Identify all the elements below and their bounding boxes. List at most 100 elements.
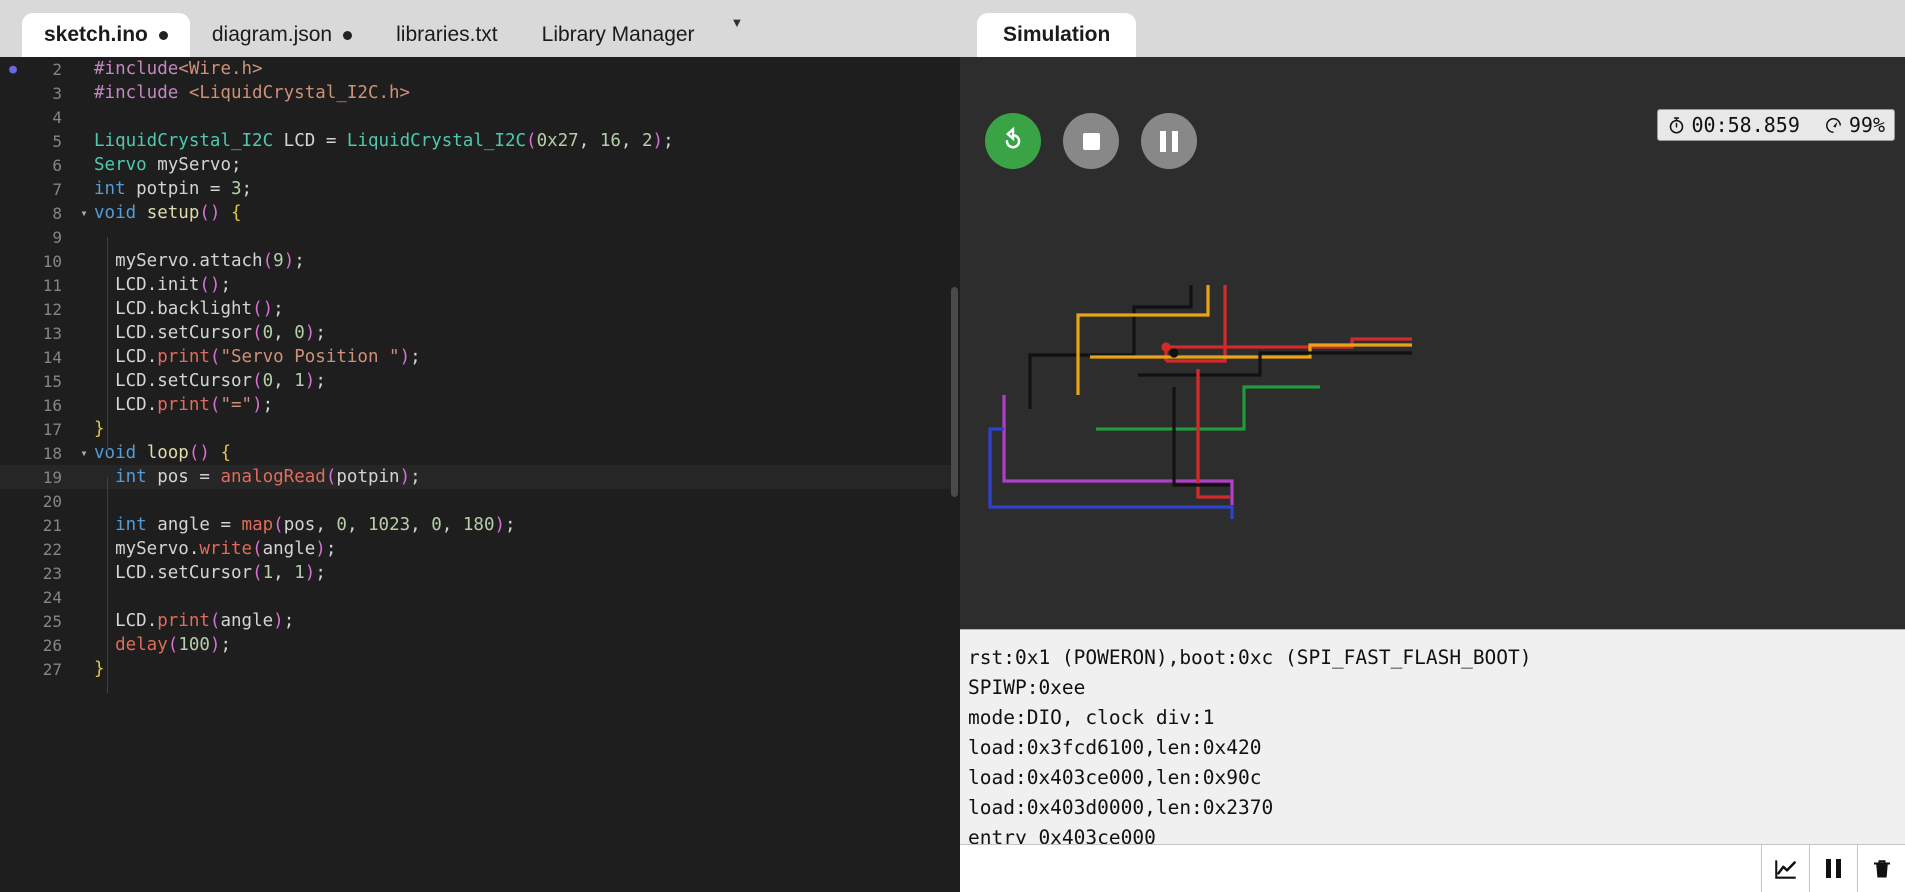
- indent-guide: [107, 477, 108, 693]
- code-line[interactable]: 26 delay(100);: [0, 633, 960, 657]
- code-line[interactable]: 22 myServo.write(angle);: [0, 537, 960, 561]
- serial-input[interactable]: [960, 845, 1761, 892]
- line-number: 11: [42, 275, 62, 295]
- code-editor[interactable]: ● 2 #include<Wire.h> 3 #include <LiquidCryst…: [0, 57, 960, 892]
- line-number: 7: [52, 179, 62, 199]
- simulation-tab-bar: Simulation: [960, 0, 1905, 57]
- line-number: 10: [42, 251, 62, 271]
- code-line-text: void setup() {: [94, 203, 242, 223]
- line-number: 4: [52, 107, 62, 127]
- line-number: 3: [52, 83, 62, 103]
- line-number: 9: [52, 227, 62, 247]
- tab-label: Library Manager: [541, 23, 695, 46]
- tab-label: Simulation: [1003, 23, 1111, 46]
- serial-line: rst:0x1 (POWERON),boot:0xc (SPI_FAST_FLA…: [968, 646, 1532, 669]
- line-number: 26: [42, 635, 62, 655]
- code-line-text: delay(100);: [115, 635, 232, 655]
- wokwi-simulator-window: sketch.ino diagram.json libraries.txt Li…: [0, 0, 1905, 892]
- line-number: 21: [42, 515, 62, 535]
- tab-sketch-ino[interactable]: sketch.ino: [22, 13, 190, 57]
- chevron-down-icon[interactable]: ▼: [731, 15, 744, 42]
- code-line[interactable]: 23 LCD.setCursor(1, 1);: [0, 561, 960, 585]
- wiring-diagram: [988, 285, 1412, 519]
- pause-serial-button[interactable]: [1809, 845, 1857, 892]
- serial-line: SPIWP:0xee: [968, 676, 1086, 699]
- tab-diagram-json[interactable]: diagram.json: [190, 13, 374, 57]
- code-line-text: int potpin = 3;: [94, 179, 253, 199]
- tab-simulation[interactable]: Simulation: [977, 13, 1137, 57]
- code-line[interactable]: 27}: [0, 657, 960, 681]
- chart-line-icon: [1774, 859, 1796, 879]
- code-line-text: LCD.setCursor(0, 1);: [94, 371, 326, 391]
- code-line[interactable]: 25 LCD.print(angle);: [0, 609, 960, 633]
- serial-plotter-button[interactable]: [1761, 845, 1809, 892]
- code-line[interactable]: 4: [0, 105, 960, 129]
- line-number: 6: [52, 155, 62, 175]
- code-line-text: LCD.backlight();: [94, 299, 284, 319]
- simulation-pane: Simulation 00:58.859 99% rst:0x1 (POWERO…: [960, 0, 1905, 892]
- line-number: 18: [42, 443, 62, 463]
- tab-label: libraries.txt: [396, 23, 498, 46]
- indent-guide: [107, 237, 108, 453]
- code-line[interactable]: 15 LCD.setCursor(0, 1);: [0, 369, 960, 393]
- tab-libraries-txt[interactable]: libraries.txt: [374, 13, 520, 57]
- serial-line: entry 0x403ce000: [968, 826, 1156, 844]
- code-line-text: }: [94, 659, 105, 679]
- simulation-canvas[interactable]: 00:58.859 99%: [960, 57, 1905, 629]
- code-line[interactable]: 12 LCD.backlight();: [0, 297, 960, 321]
- line-number: 19: [42, 467, 62, 487]
- code-line[interactable]: 13 LCD.setCursor(0, 0);: [0, 321, 960, 345]
- code-line-text: LCD.print("=");: [94, 395, 274, 415]
- code-line[interactable]: 16 LCD.print("=");: [0, 393, 960, 417]
- code-line-text: myServo.attach(9);: [94, 251, 305, 271]
- editor-tab-bar: sketch.ino diagram.json libraries.txt Li…: [0, 0, 960, 57]
- line-number: 5: [52, 131, 62, 151]
- code-line[interactable]: 17}: [0, 417, 960, 441]
- line-number: 12: [42, 299, 62, 319]
- editor-scrollbar-thumb[interactable]: [951, 287, 958, 497]
- clear-serial-button[interactable]: [1857, 845, 1905, 892]
- code-line-text: #include <LiquidCrystal_I2C.h>: [94, 83, 411, 103]
- serial-line: load:0x403d0000,len:0x2370: [968, 796, 1274, 819]
- serial-line: mode:DIO, clock div:1: [968, 706, 1215, 729]
- tab-library-manager[interactable]: Library Manager: [520, 13, 717, 57]
- code-line-text: LiquidCrystal_I2C LCD = LiquidCrystal_I2…: [94, 131, 674, 151]
- code-line[interactable]: 7 int potpin = 3;: [0, 177, 960, 201]
- line-number: 16: [42, 395, 62, 415]
- code-line-text: void loop() {: [94, 443, 232, 463]
- code-line-text: LCD.print(angle);: [94, 611, 295, 631]
- code-line[interactable]: 11 LCD.init();: [0, 273, 960, 297]
- fold-chevron-icon[interactable]: ▾: [74, 446, 94, 460]
- line-number: 25: [42, 611, 62, 631]
- line-number: 17: [42, 419, 62, 439]
- code-line[interactable]: 10 myServo.attach(9);: [0, 249, 960, 273]
- code-line[interactable]: 18 ▾ void loop() {: [0, 441, 960, 465]
- code-line[interactable]: ● 2 #include<Wire.h>: [0, 57, 960, 81]
- code-line-text: Servo myServo;: [94, 155, 242, 175]
- code-line[interactable]: 20: [0, 489, 960, 513]
- breakpoint-gutter[interactable]: ●: [0, 62, 26, 77]
- code-line[interactable]: 5 LiquidCrystal_I2C LCD = LiquidCrystal_I…: [0, 129, 960, 153]
- code-line[interactable]: 24: [0, 585, 960, 609]
- serial-monitor-output[interactable]: rst:0x1 (POWERON),boot:0xc (SPI_FAST_FLA…: [960, 629, 1905, 844]
- fold-chevron-icon[interactable]: ▾: [74, 206, 94, 220]
- code-line[interactable]: 3 #include <LiquidCrystal_I2C.h>: [0, 81, 960, 105]
- code-line[interactable]: 9: [0, 225, 960, 249]
- line-number: 27: [42, 659, 62, 679]
- code-line-text: LCD.setCursor(1, 1);: [94, 563, 326, 583]
- code-line-text: LCD.init();: [94, 275, 232, 295]
- code-line[interactable]: 6 Servo myServo;: [0, 153, 960, 177]
- code-line[interactable]: 19 int pos = analogRead(potpin);: [0, 465, 960, 489]
- line-number: 14: [42, 347, 62, 367]
- pause-icon: [1826, 859, 1841, 878]
- code-line-text: LCD.setCursor(0, 0);: [94, 323, 326, 343]
- code-line[interactable]: 21 int angle = map(pos, 0, 1023, 0, 180)…: [0, 513, 960, 537]
- code-line[interactable]: 14 LCD.print("Servo Position ");: [0, 345, 960, 369]
- code-line-text: LCD.print("Servo Position ");: [94, 347, 421, 367]
- line-number: 20: [42, 491, 62, 511]
- code-line[interactable]: 8 ▾ void setup() {: [0, 201, 960, 225]
- line-number: 2: [52, 59, 62, 79]
- editor-pane: sketch.ino diagram.json libraries.txt Li…: [0, 0, 960, 892]
- code-line-text: myServo.write(angle);: [94, 539, 337, 559]
- modified-indicator-icon: [343, 30, 353, 40]
